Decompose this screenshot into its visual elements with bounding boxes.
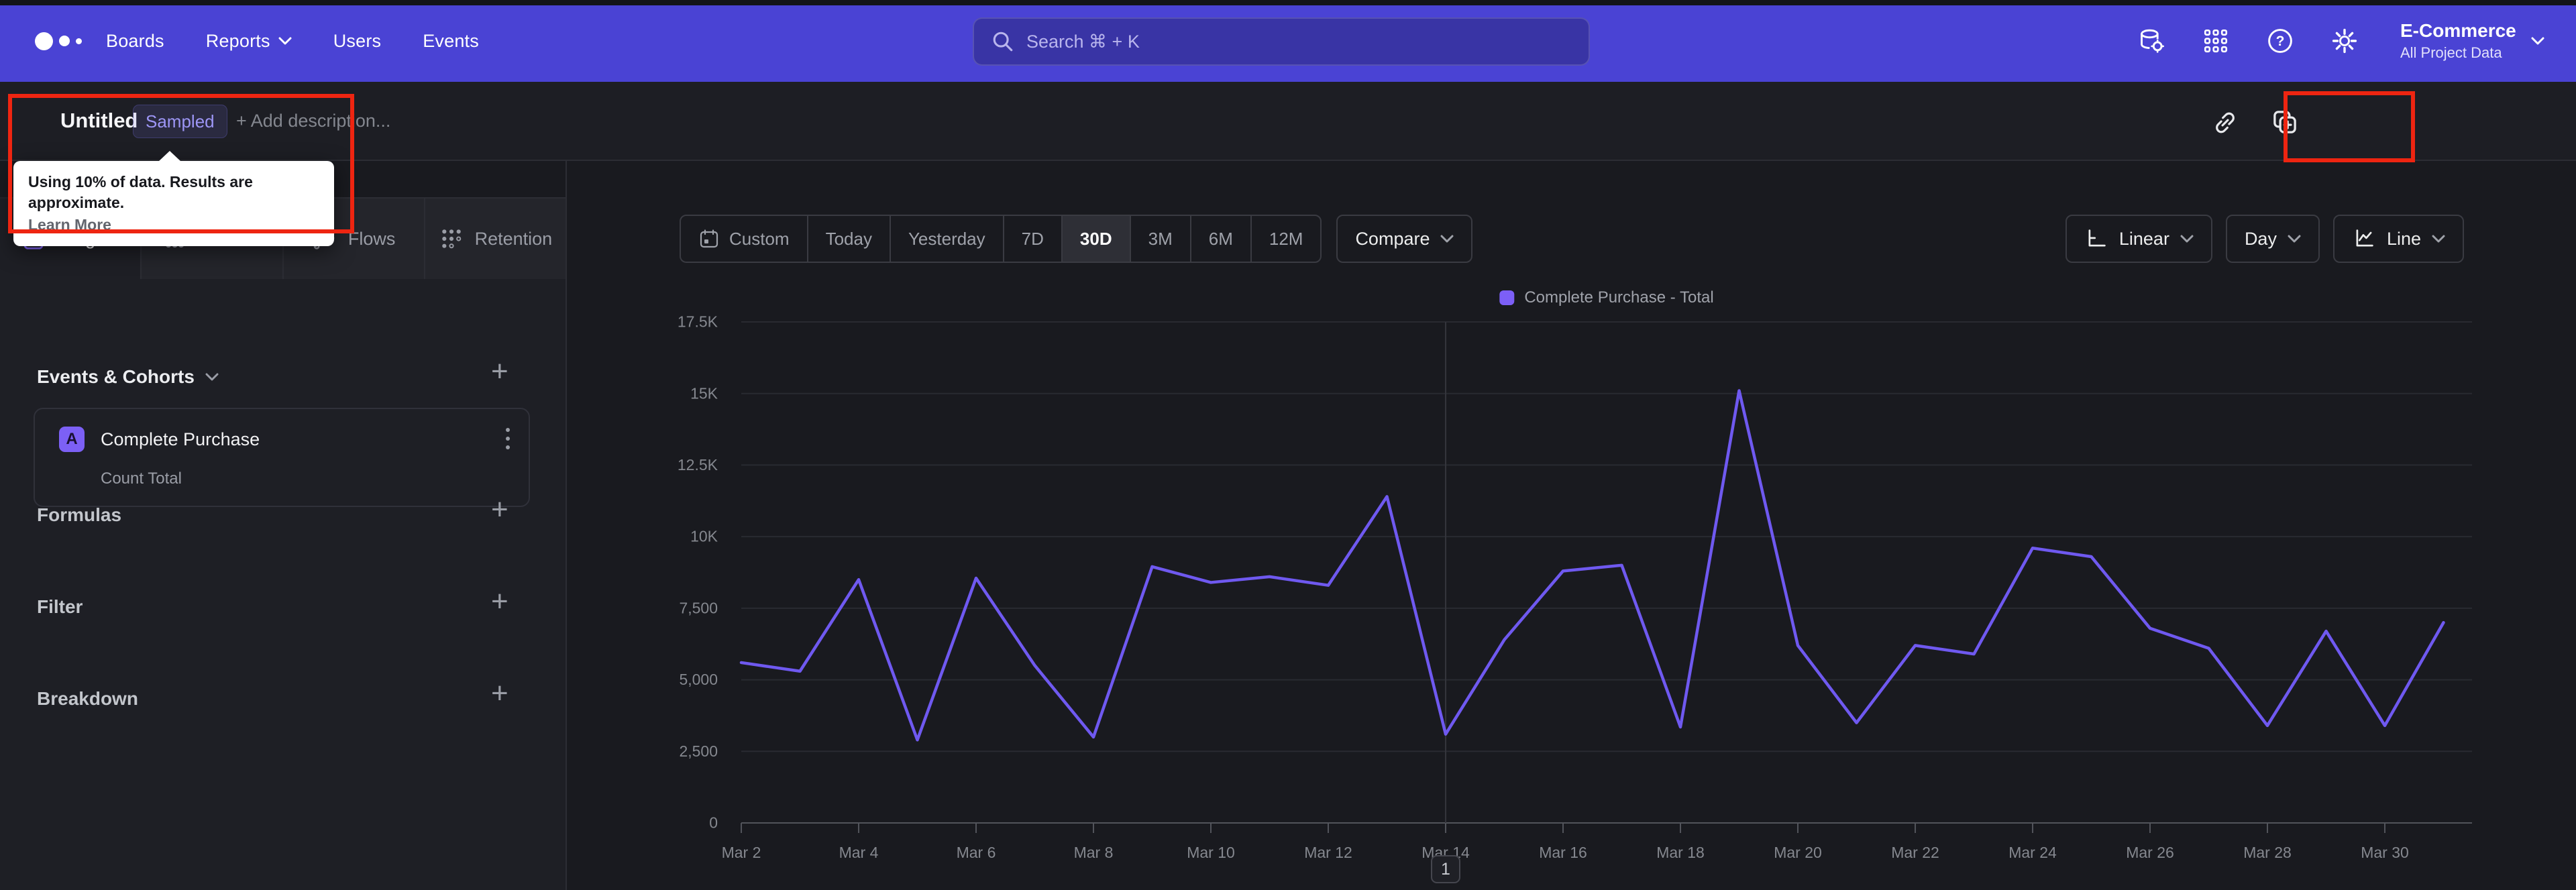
event-metric[interactable]: Count Total	[101, 469, 182, 488]
nav-item-reports[interactable]: Reports	[206, 31, 292, 52]
x-axis-tick-label: Mar 12	[1304, 844, 1352, 861]
top-nav: Boards Reports Users Events Search ⌘ + K	[0, 0, 2576, 82]
y-axis-tick-label: 0	[709, 814, 718, 832]
search-icon	[993, 32, 1013, 52]
line-chart[interactable]: 0 2,500 5,000 7,500 10K 12.5K 15K 17.5K Mar 2 Mar…	[567, 161, 2576, 890]
events-cohorts-label: Events & Cohorts	[37, 366, 195, 387]
y-axis-tick-label: 12.5K	[678, 456, 718, 474]
nav-links: Boards Reports Users Events	[106, 0, 479, 82]
y-axis-tick-label: 10K	[690, 528, 718, 545]
event-row-complete-purchase[interactable]: A Complete Purchase Count Total	[34, 408, 530, 507]
nav-item-label: Users	[333, 30, 382, 51]
project-scope: All Project Data	[2400, 44, 2502, 61]
add-breakdown-button[interactable]: +	[491, 679, 508, 708]
x-axis-tick-label: Mar 16	[1539, 844, 1587, 861]
series-line[interactable]	[739, 389, 2445, 742]
x-axis-tick-label: Mar 24	[2008, 844, 2057, 861]
event-series-badge: A	[59, 427, 85, 452]
copy-link-icon[interactable]	[2211, 109, 2239, 137]
x-axis-tick-label: Mar 8	[1074, 844, 1114, 861]
report-title[interactable]: Untitled	[60, 82, 138, 160]
data-management-icon[interactable]	[2137, 27, 2165, 55]
chart-annotation-marker[interactable]: 1	[1431, 855, 1460, 883]
nav-item-events[interactable]: Events	[423, 31, 479, 52]
chevron-down-icon	[278, 37, 292, 45]
report-toolbar: Untitled Sampled + Add description... Sa…	[0, 82, 2576, 224]
search-placeholder: Search ⌘ + K	[1026, 31, 1140, 52]
nav-item-label: Boards	[106, 30, 164, 51]
nav-icon-group: ?	[2137, 0, 2359, 82]
add-filter-button[interactable]: +	[491, 587, 508, 616]
chevron-down-icon	[2531, 37, 2544, 45]
svg-text:?: ?	[2276, 34, 2285, 49]
add-to-board-icon[interactable]	[2270, 107, 2300, 137]
chevron-down-icon	[205, 373, 219, 381]
x-axis-tick-label: Mar 28	[2243, 844, 2292, 861]
x-axis-tick-label: Mar 6	[957, 844, 996, 861]
x-axis-tick-label: Mar 10	[1187, 844, 1235, 861]
tab-retention[interactable]: Retention	[425, 197, 566, 279]
project-selector[interactable]: E-Commerce All Project Data	[2400, 0, 2544, 82]
sampled-badge[interactable]: Sampled	[133, 105, 227, 138]
x-axis-tick-label: Mar 2	[722, 844, 761, 861]
y-axis-tick-label: 2,500	[679, 742, 718, 760]
apps-grid-icon[interactable]	[2202, 27, 2230, 55]
x-axis-tick-label: Mar 26	[2126, 844, 2174, 861]
add-formula-button[interactable]: +	[491, 495, 508, 524]
event-name: Complete Purchase	[101, 429, 260, 449]
nav-item-label: Events	[423, 30, 479, 51]
chart-panel: Custom Today Yesterday 7D 30D 3M 6M 12M …	[567, 161, 2576, 890]
help-icon[interactable]: ?	[2266, 27, 2294, 55]
tooltip-arrow	[158, 151, 181, 162]
x-axis-tick-label: Mar 22	[1891, 844, 1939, 861]
tab-label: Flows	[347, 228, 396, 249]
insights-report-page: Boards Reports Users Events Search ⌘ + K	[0, 0, 2576, 890]
x-axis-tick-label: Mar 30	[2361, 844, 2409, 861]
learn-more-link[interactable]: Learn More	[28, 216, 319, 234]
y-axis-tick-label: 17.5K	[678, 313, 718, 331]
section-filter: Filter	[37, 596, 83, 617]
add-event-button[interactable]: +	[491, 357, 508, 386]
y-axis-tick-label: 15K	[690, 384, 718, 402]
add-description-button[interactable]: + Add description...	[236, 82, 390, 160]
retention-icon	[441, 229, 461, 249]
x-axis-tick-label: Mar 20	[1774, 844, 1822, 861]
x-axis-tick-label: Mar 18	[1656, 844, 1705, 861]
settings-gear-icon[interactable]	[2330, 27, 2359, 55]
x-axis-tick-label: Mar 4	[839, 844, 879, 861]
mixpanel-logo-icon[interactable]	[35, 0, 82, 82]
section-formulas: Formulas	[37, 504, 122, 525]
nav-item-users[interactable]: Users	[333, 31, 382, 52]
nav-item-label: Reports	[205, 30, 270, 51]
y-axis-tick-label: 7,500	[679, 599, 718, 616]
section-breakdown: Breakdown	[37, 688, 138, 709]
nav-item-boards[interactable]: Boards	[106, 31, 164, 52]
tab-label: Retention	[474, 228, 553, 249]
search-input[interactable]: Search ⌘ + K	[973, 17, 1590, 66]
events-cohorts-header[interactable]: Events & Cohorts	[37, 366, 219, 388]
project-name: E-Commerce	[2400, 20, 2516, 41]
event-options-kebab-icon[interactable]	[506, 428, 510, 449]
sampling-tooltip: Using 10% of data. Results are approxima…	[13, 151, 334, 247]
tooltip-text: Using 10% of data. Results are approxima…	[28, 173, 253, 212]
y-axis-tick-label: 5,000	[679, 671, 718, 688]
query-builder-sidebar: Insights Funnels Flows	[0, 161, 567, 890]
